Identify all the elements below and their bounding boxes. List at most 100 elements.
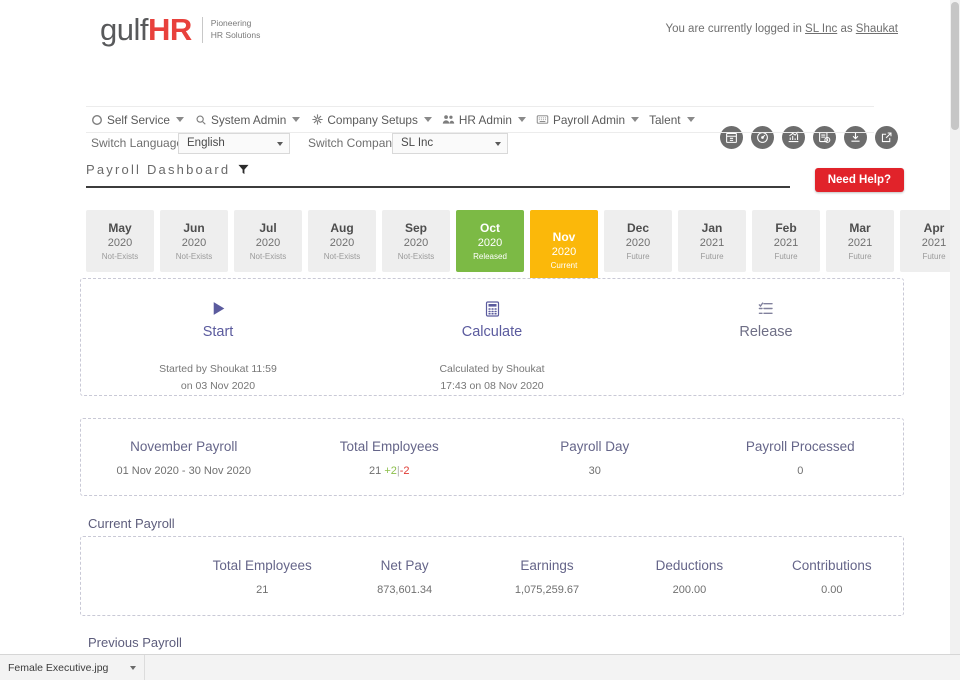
page-scrollbar-thumb[interactable] (951, 2, 959, 130)
chevron-down-icon (292, 117, 301, 122)
current-value: 200.00 (672, 584, 707, 597)
funnel-icon[interactable] (238, 164, 249, 175)
month-name: Jul (259, 220, 277, 235)
title-underline (86, 186, 790, 188)
nav-item-self-service[interactable]: Self Service (86, 113, 188, 127)
chevron-down-icon (631, 117, 640, 122)
page-title: Payroll Dashboard (86, 162, 790, 186)
action-label: Start (202, 324, 234, 340)
month-year: 2021 (921, 236, 947, 249)
month-year: 2020 (255, 236, 281, 249)
payroll-dashboard-page: gulfHR Pioneering HR Solutions You are c… (0, 0, 960, 680)
chevron-down-icon (686, 117, 695, 122)
current-value: 873,601.34 (377, 584, 433, 597)
current-cell-total-employees: Total Employees 21 (191, 556, 333, 596)
action-subtext: Started by Shoukat 11:59 on 03 Nov 2020 (159, 361, 277, 394)
action-subtext-line2: 17:43 on 08 Nov 2020 (440, 379, 544, 392)
list-icon (758, 298, 774, 319)
login-prefix-text: You are currently logged in (665, 23, 802, 35)
month-status: Not-Exists (101, 252, 139, 262)
nav-item-talent[interactable]: Talent (645, 113, 698, 127)
switch-row: Switch Language English Switch Company S… (0, 62, 960, 154)
current-cell-deductions: Deductions 200.00 (618, 556, 760, 596)
browser-viewport: gulfHR Pioneering HR Solutions You are c… (0, 0, 960, 655)
month-tile-dec-2020[interactable]: Dec 2020 Future (604, 210, 672, 272)
main-navigation: Self Service System Admin Company Setups (86, 106, 874, 133)
payroll-summary-panel: November Payroll 01 Nov 2020 - 30 Nov 20… (80, 418, 904, 496)
payroll-actions-panel: Start Started by Shoukat 11:59 on 03 Nov… (80, 278, 904, 396)
switch-company-label: Switch Company (308, 136, 399, 150)
summary-value: 21 (369, 464, 382, 477)
logo-tagline-line-2: HR Solutions (210, 29, 261, 40)
summary-delta-minus: -2 (399, 464, 410, 477)
nav-item-system-admin[interactable]: System Admin (190, 113, 304, 127)
month-name: Nov (552, 229, 576, 244)
previous-payroll-heading: Previous Payroll (88, 635, 182, 650)
login-user-link[interactable]: Shaukat (856, 23, 898, 35)
month-year: 2020 (403, 236, 429, 249)
month-tile-feb-2021[interactable]: Feb 2021 Future (752, 210, 820, 272)
month-name: Apr (923, 220, 945, 235)
summary-cell-total-employees: Total Employees 21 +2|-2 (287, 437, 493, 476)
month-year: 2021 (773, 236, 799, 249)
summary-value-group: 21 +2|-2 (287, 465, 493, 477)
current-label: Net Pay (380, 557, 429, 573)
page-title-block: Payroll Dashboard (86, 162, 790, 188)
nav-item-hr-admin[interactable]: HR Admin (438, 113, 530, 127)
current-cell-net-pay: Net Pay 873,601.34 (333, 556, 475, 596)
month-status: Not-Exists (175, 252, 213, 262)
calculator-icon (485, 298, 500, 319)
month-year: 2020 (107, 236, 133, 249)
download-filename: Female Executive.jpg (8, 661, 109, 674)
month-tile-aug-2020[interactable]: Aug 2020 Not-Exists (308, 210, 376, 272)
chevron-down-icon (423, 117, 432, 122)
people-icon (442, 113, 456, 127)
nav-item-payroll-admin[interactable]: Payroll Admin (532, 113, 643, 127)
summary-cell-payroll-processed: Payroll Processed 0 (698, 437, 904, 476)
logo-tagline-line-1: Pioneering (210, 18, 252, 29)
nav-label: Talent (649, 112, 681, 127)
month-year: 2020 (329, 236, 355, 249)
switch-language-label: Switch Language (91, 136, 184, 150)
switch-language-value: English (187, 137, 225, 149)
switch-company-select[interactable]: SL Inc (392, 133, 508, 154)
nav-label: Company Setups (327, 112, 418, 127)
month-name: Dec (626, 220, 649, 235)
action-label: Calculate (461, 324, 523, 340)
month-name: Aug (330, 220, 354, 235)
page-scrollbar[interactable] (950, 0, 960, 655)
action-start[interactable]: Start Started by Shoukat 11:59 on 03 Nov… (81, 279, 355, 395)
summary-cell-period: November Payroll 01 Nov 2020 - 30 Nov 20… (81, 437, 287, 476)
month-tile-jun-2020[interactable]: Jun 2020 Not-Exists (160, 210, 228, 272)
switch-language-select[interactable]: English (178, 133, 290, 154)
chevron-down-icon[interactable] (130, 665, 137, 670)
month-tile-mar-2021[interactable]: Mar 2021 Future (826, 210, 894, 272)
gulfhr-logo[interactable]: gulfHR Pioneering HR Solutions (100, 14, 260, 45)
nav-item-company-setups[interactable]: Company Setups (306, 113, 436, 127)
action-subtext: Calculated by Shoukat 17:43 on 08 Nov 20… (439, 361, 544, 394)
download-item[interactable]: Female Executive.jpg (0, 654, 146, 680)
current-label: Deductions (655, 557, 724, 573)
month-tile-may-2020[interactable]: May 2020 Not-Exists (86, 210, 154, 272)
current-value: 1,075,259.67 (514, 584, 580, 597)
chevron-down-icon (517, 117, 526, 122)
month-tile-jul-2020[interactable]: Jul 2020 Not-Exists (234, 210, 302, 272)
login-company-link[interactable]: SL Inc (805, 23, 837, 35)
action-release[interactable]: Release (629, 279, 903, 395)
summary-value: 0 (797, 464, 804, 477)
summary-label: Total Employees (339, 439, 439, 455)
month-tile-sep-2020[interactable]: Sep 2020 Not-Exists (382, 210, 450, 272)
nav-label: Self Service (107, 112, 170, 127)
edit-external-icon[interactable] (875, 126, 898, 149)
month-tile-jan-2021[interactable]: Jan 2021 Future (678, 210, 746, 272)
need-help-button[interactable]: Need Help? (814, 168, 904, 192)
month-status: Released (473, 252, 507, 262)
action-calculate[interactable]: Calculate Calculated by Shoukat 17:43 on… (355, 279, 629, 395)
nav-label: Payroll Admin (552, 112, 626, 127)
page-title-text: Payroll Dashboard (86, 162, 231, 177)
month-status: Future (774, 252, 798, 262)
month-tile-oct-2020[interactable]: Oct 2020 Released (456, 210, 524, 272)
month-status: Not-Exists (249, 252, 287, 262)
month-year: 2020 (625, 236, 651, 249)
keyboard-icon (536, 113, 550, 127)
